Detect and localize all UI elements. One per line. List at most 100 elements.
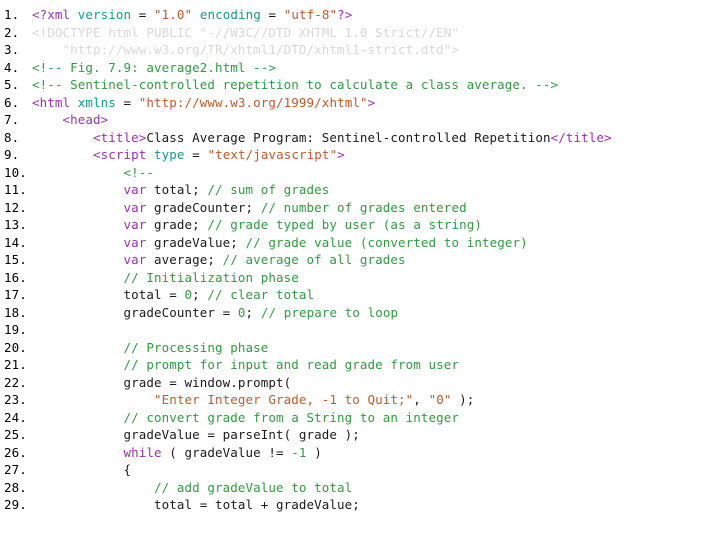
code-token-comment: // clear total (207, 287, 315, 302)
line-code: while ( gradeValue != -1 ) (32, 444, 322, 462)
code-token-plain: ( gradeValue != (161, 444, 292, 460)
code-token-comment: // prepare to loop (260, 304, 399, 320)
line-code: // add gradeValue to total (32, 479, 352, 497)
line-number: 10. (4, 164, 27, 180)
line-code: var gradeCounter; // number of grades en… (32, 199, 467, 217)
code-token-attr: xmlns (77, 94, 116, 110)
code-token-plain: total = (32, 287, 185, 302)
code-line: 6. <html xmlns = "http://www.w3.org/1999/… (0, 94, 720, 112)
line-code: { (32, 461, 132, 479)
code-line: 20. // Processing phase (0, 339, 720, 357)
line-number: 18. (4, 304, 27, 320)
line-code: total = 0; // clear total (32, 286, 315, 304)
line-code: gradeCounter = 0; // prepare to loop (32, 304, 398, 322)
code-line: 1. <?xml version = "1.0" encoding = "utf-… (0, 6, 720, 24)
code-token-comment: // grade typed by user (as a string) (207, 217, 482, 232)
code-line: 26. while ( gradeValue != -1 ) (0, 444, 720, 462)
line-code: // Initialization phase (32, 269, 299, 287)
code-token-keyword: while (123, 444, 162, 460)
code-line: 17. total = 0; // clear total (0, 286, 720, 304)
line-number: 7. (4, 112, 20, 127)
code-token-plain: { (32, 462, 132, 477)
line-code: <!-- Sentinel-controlled repetition to c… (32, 76, 558, 94)
line-code: var total; // sum of grades (32, 181, 330, 199)
line-number: 11. (4, 182, 27, 197)
code-token-plain: Class Average Program: Sentinel-controll… (146, 129, 551, 145)
code-token-comment: // add gradeValue to total (154, 479, 353, 495)
line-code: grade = window.prompt( (32, 374, 292, 392)
code-line: 29. total = total + gradeValue; (0, 496, 720, 514)
line-number: 27. (4, 462, 27, 477)
line-code: // prompt for input and read grade from … (32, 356, 459, 374)
code-token-comment: // grade value (converted to integer) (245, 234, 528, 250)
code-token-comment: // average of all grades (222, 252, 406, 267)
code-token-plain: total = total + gradeValue; (32, 497, 360, 512)
code-token-tag: > (337, 147, 345, 162)
code-token-string: "0" (428, 392, 452, 407)
code-line: 23. "Enter Integer Grade, -1 to Quit;", … (0, 391, 720, 409)
code-token-tag: <?xml (32, 7, 78, 22)
line-number: 9. (4, 147, 20, 162)
code-line: 10. <!-- (0, 164, 720, 182)
code-token-tag: </title> (550, 129, 612, 145)
line-code: <head> (32, 111, 109, 129)
code-token-plain: total; (146, 182, 208, 197)
code-line: 5. <!-- Sentinel-controlled repetition to… (0, 76, 720, 94)
code-line: 16. // Initialization phase (0, 269, 720, 287)
code-token-string: "utf-8" (283, 7, 338, 22)
line-number: 6. (4, 94, 20, 110)
line-code: var average; // average of all grades (32, 251, 406, 269)
line-number: 8. (4, 129, 20, 145)
line-number: 14. (4, 234, 27, 250)
code-line: 15. var average; // average of all grade… (0, 251, 720, 269)
line-number: 12. (4, 199, 27, 215)
line-number: 13. (4, 217, 27, 232)
code-token-attr: encoding (199, 7, 261, 22)
line-number: 24. (4, 409, 27, 425)
code-line: 25. gradeValue = parseInt( grade ); (0, 426, 720, 444)
line-number: 23. (4, 392, 27, 407)
code-token-number: 0 (237, 304, 246, 320)
line-code: <html xmlns = "http://www.w3.org/1999/xh… (32, 94, 375, 112)
line-number: 19. (4, 322, 27, 337)
code-token-comment: // prompt for input and read grade from … (123, 357, 460, 372)
code-token-comment: <!-- (123, 164, 155, 180)
code-token-faded: "http://www.w3.org/TR/xhtml1/DTD/xhtml1-… (32, 42, 460, 57)
code-line: 22. grade = window.prompt( (0, 374, 720, 392)
code-line: 24. // convert grade from a String to an… (0, 409, 720, 427)
code-token-plain: grade = window.prompt( (32, 374, 292, 390)
line-code: gradeValue = parseInt( grade ); (32, 426, 360, 444)
code-line: 21. // prompt for input and read grade f… (0, 356, 720, 374)
code-line: 8. <title>Class Average Program: Sentine… (0, 129, 720, 147)
code-token-number: -1 (291, 444, 307, 460)
code-line: 2. <!DOCTYPE html PUBLIC "-//W3C//DTD XHT… (0, 24, 720, 42)
code-token-string: "text/javascript" (207, 147, 338, 162)
code-token-plain: gradeCounter = (32, 304, 238, 320)
code-token-op: = (260, 7, 284, 22)
code-token-keyword: var (123, 217, 147, 232)
code-token-attr: type (154, 147, 185, 162)
line-number: 22. (4, 374, 27, 390)
line-number: 28. (4, 479, 27, 495)
code-token-faded: <!DOCTYPE html PUBLIC "-//W3C//DTD XHTML… (32, 24, 460, 40)
code-token-tag: <html (32, 94, 78, 110)
code-line: 4. <!-- Fig. 7.9: average2.html --> (0, 59, 720, 77)
line-code: var gradeValue; // grade value (converte… (32, 234, 528, 252)
code-token-plain: ) (306, 444, 322, 460)
code-token-comment: <!-- Sentinel-controlled repetition to c… (32, 77, 559, 92)
code-line: 27. { (0, 461, 720, 479)
line-code: <!-- Fig. 7.9: average2.html --> (32, 59, 276, 77)
code-line: 9. <script type = "text/javascript"> (0, 146, 720, 164)
line-number: 1. (4, 7, 20, 22)
code-token-op: = (131, 7, 155, 22)
code-token-tag: > (367, 94, 376, 110)
code-line: 7. <head> (0, 111, 720, 129)
